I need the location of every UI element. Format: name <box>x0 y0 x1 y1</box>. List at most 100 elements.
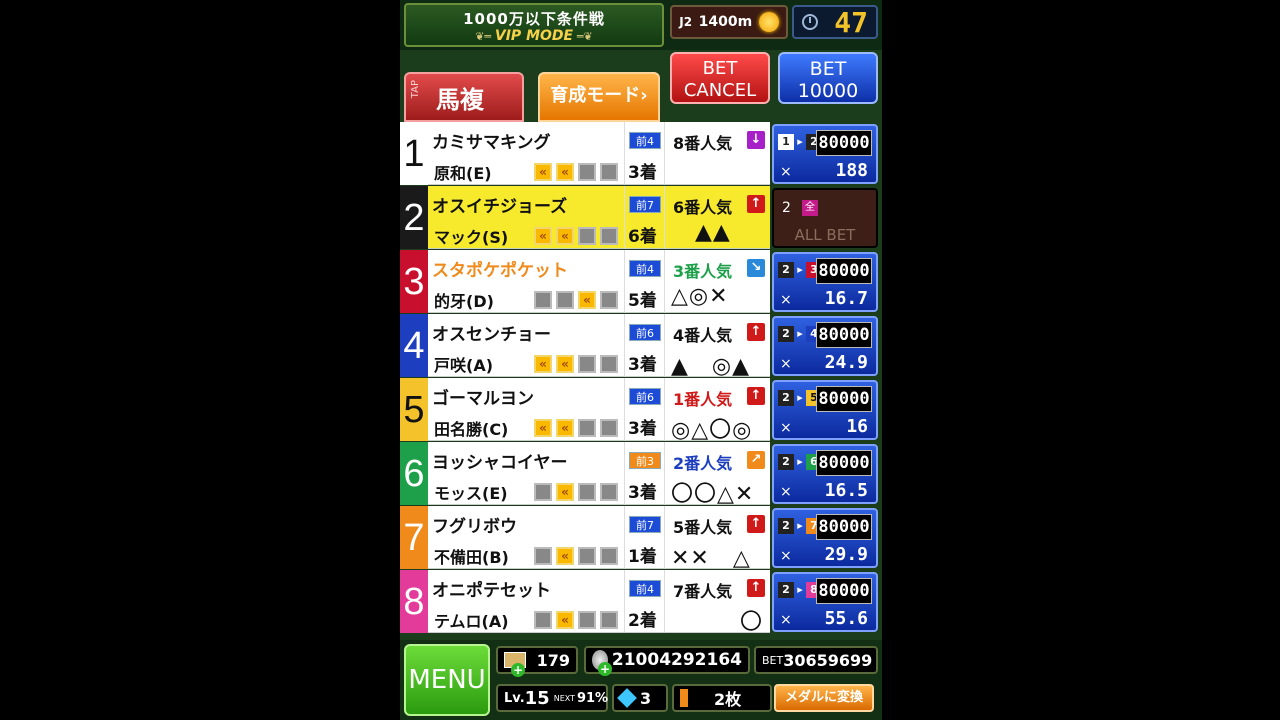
previous-race-tag: 前4 <box>629 132 661 149</box>
previous-race-tag: 前6 <box>629 388 661 405</box>
gray-chip-icon <box>600 227 618 245</box>
horse-row[interactable]: 7 フグリボウ 不備田(B) « 前7 1着 5番人気 ↑ ✕✕ △ 2▸7 <box>400 506 882 571</box>
gray-chip-icon <box>578 355 596 373</box>
plus-icon: + <box>511 663 525 677</box>
previous-race-tag: 前7 <box>629 196 661 213</box>
convert-to-medals-button[interactable]: メダルに変換 <box>774 684 874 712</box>
condition-chips: « <box>534 547 618 565</box>
horse-name: オスセンチョー <box>432 325 551 345</box>
gray-chip-icon <box>600 419 618 437</box>
odds-bet-cell[interactable]: 2 ▸ 7 80000 × 29.9 <box>772 508 878 568</box>
times-icon: × <box>780 548 792 564</box>
horse-row[interactable]: 2 オスイチジョーズ マック(S) «« 前7 6着 6番人気 ↑ ▲▲ 2 全… <box>400 186 882 250</box>
horse-row[interactable]: 6 ヨッシャコイヤー モッス(E) « 前3 3着 2番人気 ↗ 〇〇△✕ 2 ▸… <box>400 442 882 507</box>
popularity-cell: 8番人気 ↓ <box>664 122 770 185</box>
chevron-right-icon: › <box>640 85 648 106</box>
odds-bet-cell[interactable]: 2 ▸ 6 80000 × 16.5 <box>772 444 878 504</box>
bet-type-tab[interactable]: TAP 馬複 <box>404 72 524 122</box>
horse-row[interactable]: 8 オニポテセット テムロ(A) « 前4 2着 7番人気 ↑ 〇 2▸8 <box>400 570 882 635</box>
horse-name-cell: ヨッシャコイヤー モッス(E) « <box>428 442 624 505</box>
combo-first: 1 <box>778 134 794 150</box>
horse-row[interactable]: 5 ゴーマルヨン 田名勝(C) «« 前6 3着 1番人気 ↑ ◎△〇◎ 2 ▸ 5 <box>400 378 882 443</box>
horse-name-cell: ゴーマルヨン 田名勝(C) «« <box>428 378 624 441</box>
horse-row[interactable]: 4 オスセンチョー 戸咲(A) «« 前6 3着 4番人気 ↑ ▲ ◎▲ 2 ▸ 4 <box>400 314 882 379</box>
next-label: NEXT <box>553 693 575 703</box>
vip-mode-text: VIP MODE <box>494 28 574 44</box>
odds-bet-cell[interactable]: 2 ▸ 4 80000 × 24.9 <box>772 316 878 376</box>
gray-chip-icon <box>600 163 618 181</box>
jockey-name: 原和(E) <box>434 164 492 183</box>
card-icon <box>680 689 688 707</box>
times-icon: × <box>780 484 792 500</box>
bet-cancel-button[interactable]: BET CANCEL <box>670 52 770 104</box>
prediction-marks: 〇〇△✕ <box>671 482 755 507</box>
double-chevron-icon: « <box>556 227 574 245</box>
bet-amount-button[interactable]: BET 10000 <box>778 52 878 104</box>
jockey-name: テムロ(A) <box>434 612 509 631</box>
odds-bet-cell[interactable]: 2 ▸ 5 80000 × 16 <box>772 380 878 440</box>
condition-chips: «« <box>534 227 618 245</box>
previous-place: 3着 <box>628 483 657 503</box>
horse-name: ヨッシャコイヤー <box>432 453 568 473</box>
odds-bet-cell[interactable]: 2 ▸ 8 80000 × 55.6 <box>772 572 878 632</box>
bet-amount: 80000 <box>816 386 872 412</box>
popularity-cell: 1番人気 ↑ ◎△〇◎ <box>664 378 770 443</box>
combo-first: 2 <box>778 326 794 342</box>
condition-chips: « <box>534 483 618 501</box>
horse-row[interactable]: 1 カミサマキング 原和(E) «« 前4 3着 8番人気 ↓ 1 ▸ 2 80… <box>400 122 882 186</box>
popularity-cell: 7番人気 ↑ 〇 <box>664 570 770 635</box>
horse-number: 8 <box>400 570 428 633</box>
popularity-rank: 5番人気 <box>673 518 733 537</box>
gem-counter[interactable]: 3 <box>612 684 668 712</box>
double-chevron-icon: « <box>556 611 574 629</box>
clock-icon <box>802 14 818 30</box>
bet-button-line2: 10000 <box>797 80 859 102</box>
ticket-counter[interactable]: + 179 <box>496 646 578 677</box>
laurel-icon: ═❦ <box>573 30 593 43</box>
gray-chip-icon <box>534 611 552 629</box>
odds-bet-cell[interactable]: 2 ▸ 3 80000 × 16.7 <box>772 252 878 312</box>
popularity-rank: 6番人気 <box>673 198 733 217</box>
popularity-cell: 2番人気 ↗ 〇〇△✕ <box>664 442 770 507</box>
training-mode-label: 育成モード <box>550 85 641 106</box>
medal-icon: + <box>592 650 612 676</box>
horse-number: 3 <box>400 250 428 313</box>
card-counter: 2枚 <box>672 684 772 712</box>
menu-button[interactable]: MENU <box>404 644 490 716</box>
horse-name-cell: フグリボウ 不備田(B) « <box>428 506 624 569</box>
laurel-icon: ❦═ <box>475 30 495 43</box>
times-icon: × <box>780 292 792 308</box>
horse-number: 2 <box>400 186 428 249</box>
arrow-up-icon: ↑ <box>747 387 765 405</box>
combo-first: 2 <box>778 262 794 278</box>
previous-place: 3着 <box>628 163 657 183</box>
popularity-cell: 6番人気 ↑ ▲▲ <box>664 186 770 249</box>
condition-chips: «« <box>534 419 618 437</box>
level-label: Lv. <box>504 690 525 706</box>
medal-counter[interactable]: + 21004292164 <box>584 646 750 676</box>
double-chevron-icon: « <box>534 227 552 245</box>
horse-row[interactable]: 3 スタポケポケット 的牙(D) « 前4 5着 3番人気 ↘ △◎✕ 2 ▸ 3 <box>400 250 882 314</box>
jockey-name: 的牙(D) <box>434 292 494 311</box>
arrow-right-icon: ▸ <box>797 391 803 404</box>
course-class: J2 <box>679 15 693 29</box>
gray-chip-icon <box>534 483 552 501</box>
sunny-weather-icon <box>758 12 779 32</box>
popularity-cell: 4番人気 ↑ ▲ ◎▲ <box>664 314 770 379</box>
all-bet-label: ALL BET <box>794 226 856 244</box>
previous-race-tag: 前4 <box>629 580 661 597</box>
jockey-name: モッス(E) <box>434 484 508 503</box>
odds-bet-cell[interactable]: 1 ▸ 2 80000 × 188 <box>772 124 878 184</box>
condition-chips: «« <box>534 163 618 181</box>
gray-chip-icon <box>578 611 596 629</box>
all-bet-panel[interactable]: 2 全 ALL BET <box>772 188 878 248</box>
card-count: 2枚 <box>714 690 742 709</box>
popularity-rank: 8番人気 <box>673 134 733 153</box>
odds-value: 16.7 <box>824 288 868 309</box>
training-mode-button[interactable]: 育成モード› <box>538 72 660 122</box>
condition-chips: «« <box>534 355 618 373</box>
popularity-rank: 1番人気 <box>673 390 733 409</box>
status-footer: MENU + 179 + 21004292164 BET 30659699 Lv… <box>400 640 882 720</box>
arrow-right-icon: ▸ <box>797 455 803 468</box>
bet-amount: 80000 <box>816 450 872 476</box>
